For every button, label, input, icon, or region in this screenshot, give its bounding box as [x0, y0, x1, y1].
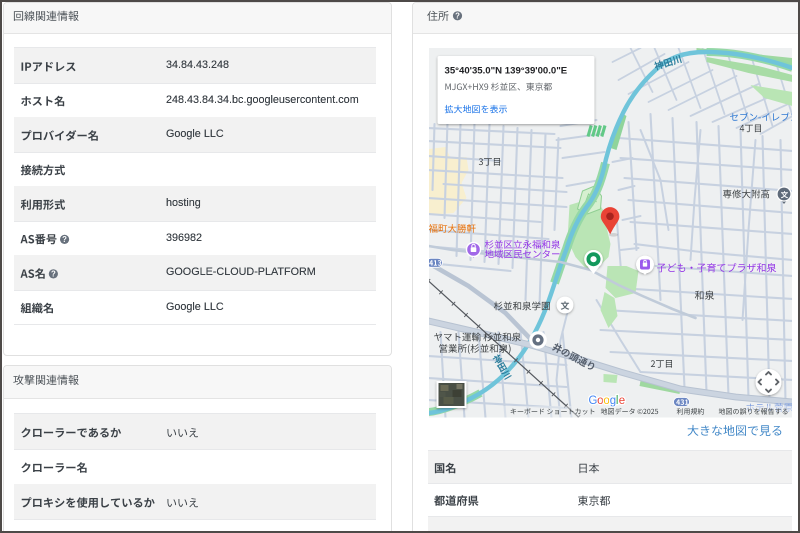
- svg-text:?: ?: [455, 11, 460, 20]
- svg-text:?: ?: [51, 270, 56, 279]
- svg-text:?: ?: [62, 235, 67, 244]
